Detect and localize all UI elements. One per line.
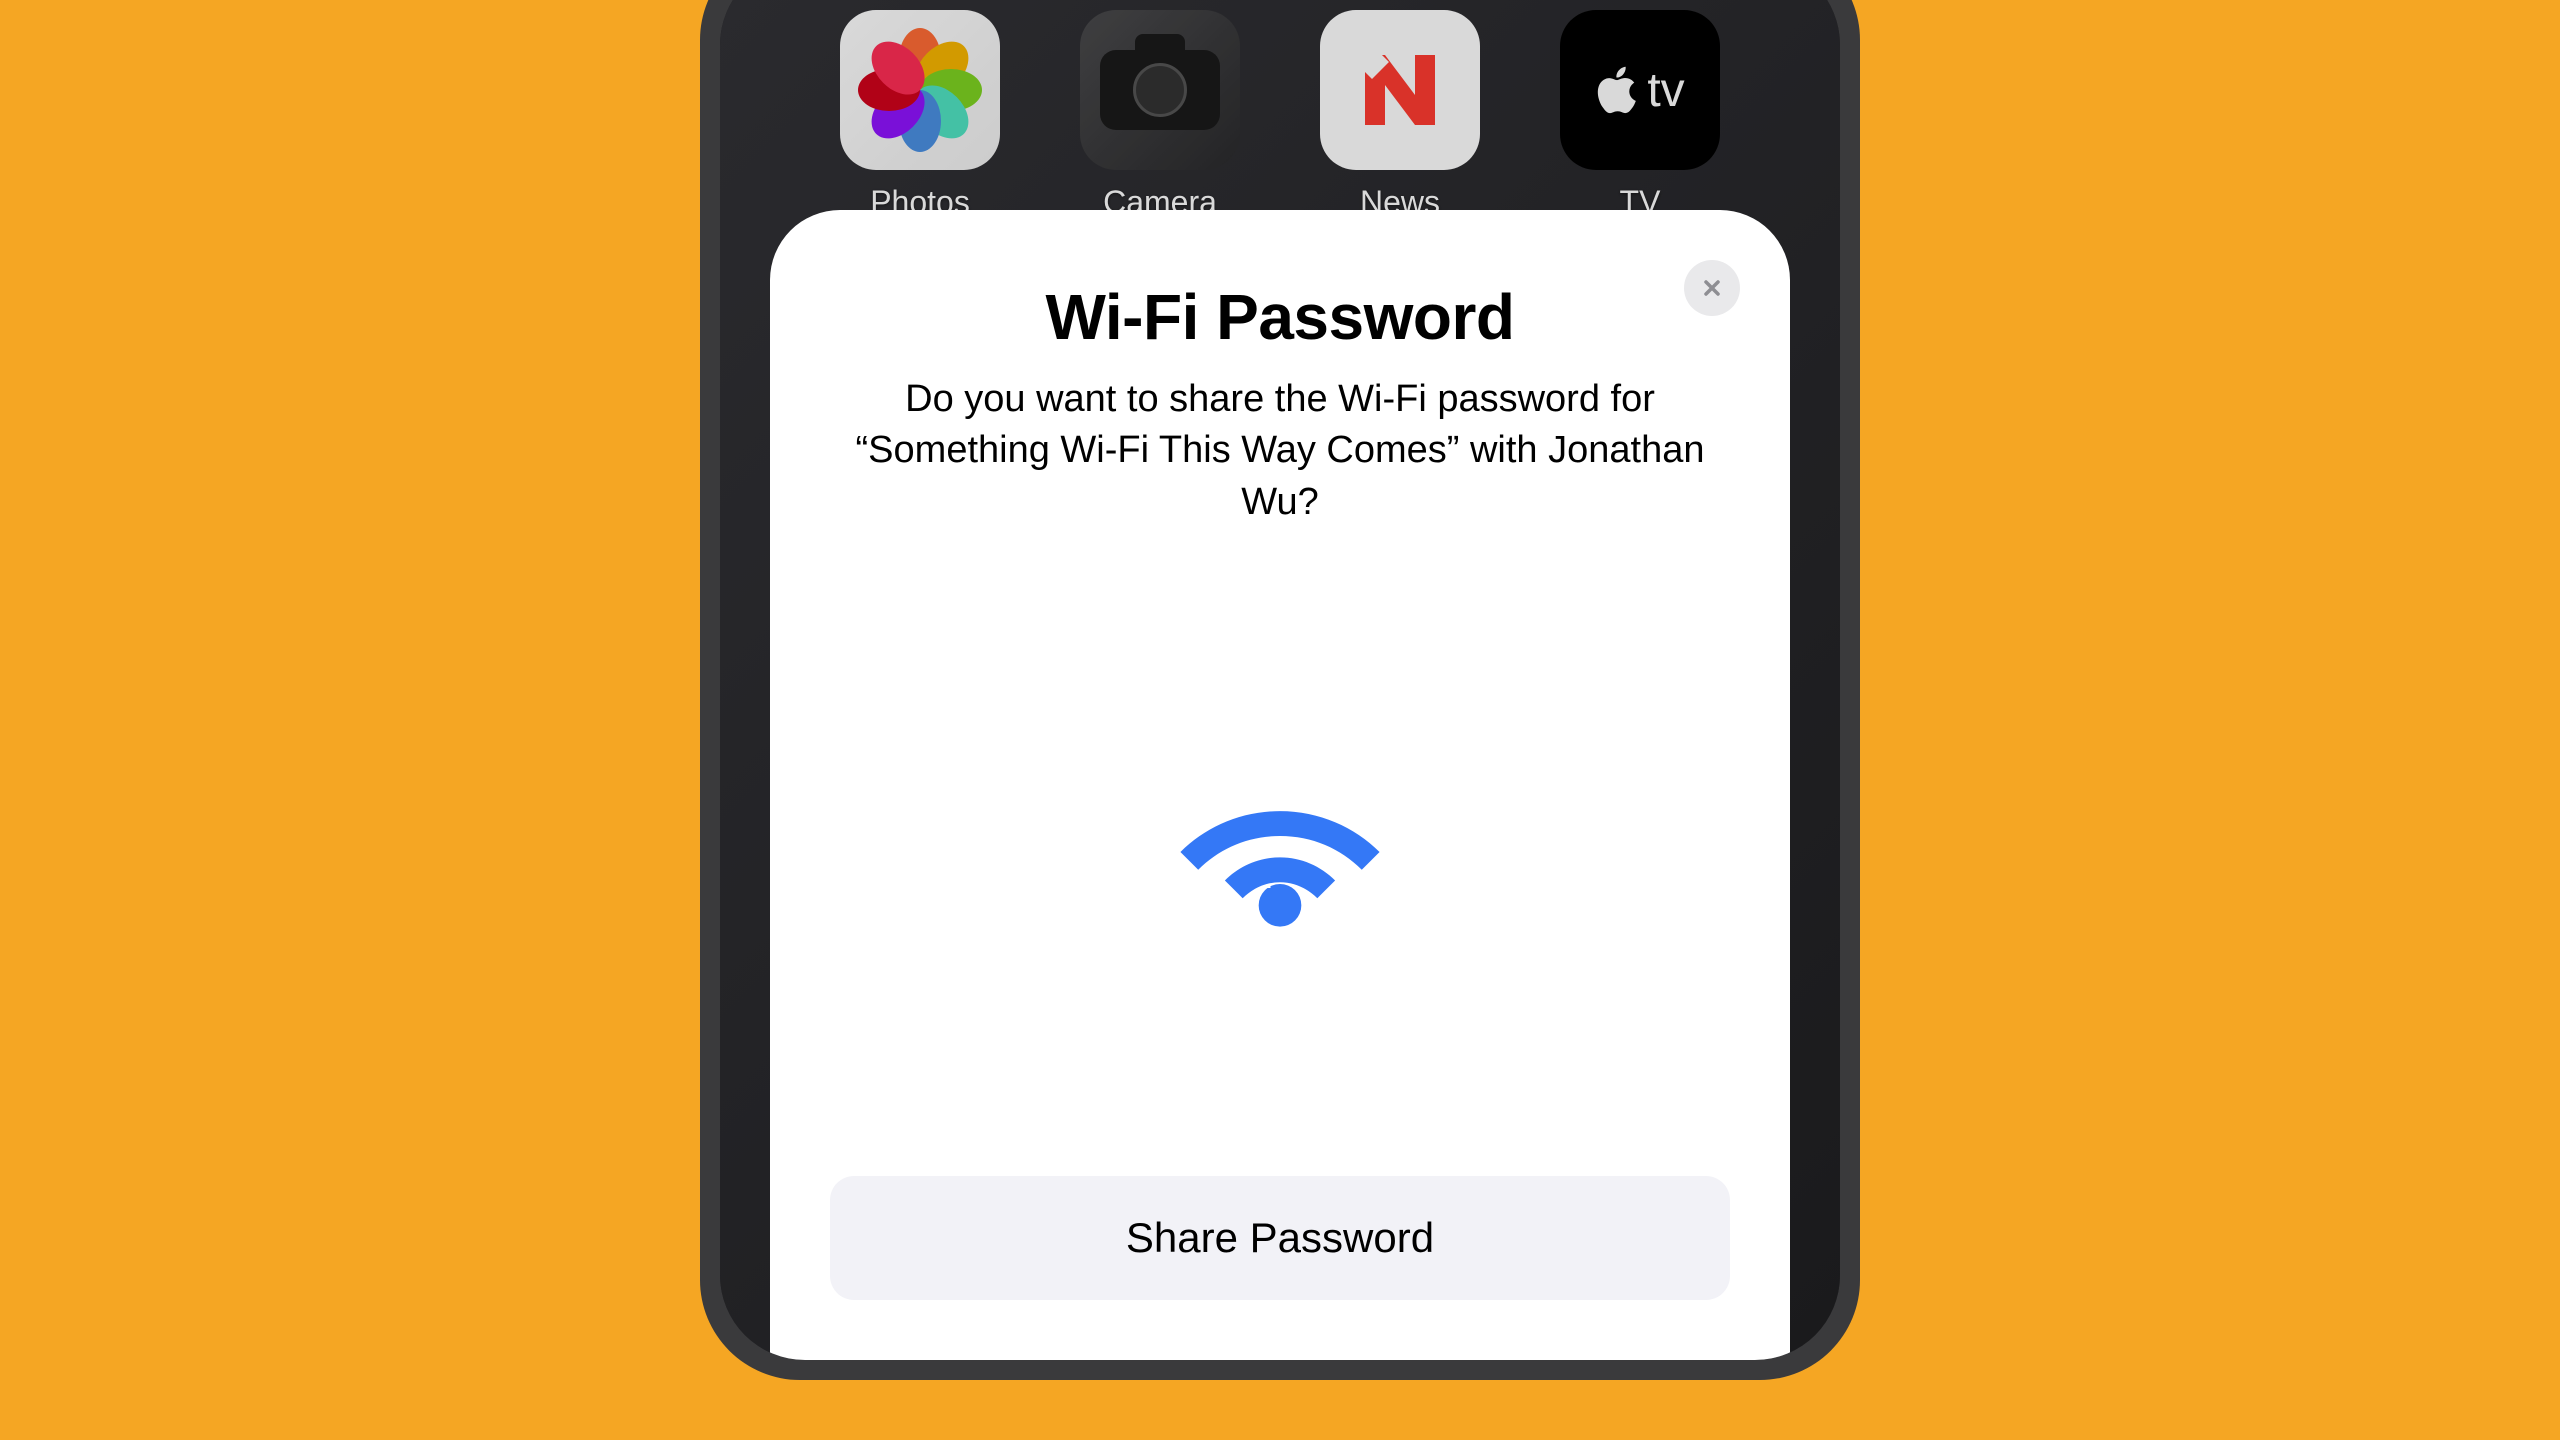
app-camera[interactable]: Camera [1080, 10, 1240, 221]
close-icon [1700, 276, 1724, 300]
modal-title: Wi-Fi Password [830, 280, 1730, 354]
modal-body-text: Do you want to share the Wi-Fi password … [830, 374, 1730, 528]
app-tv[interactable]: tv TV [1560, 10, 1720, 221]
tv-icon: tv [1560, 10, 1720, 170]
camera-icon [1080, 10, 1240, 170]
phone-frame: Photos Camera [700, 0, 1860, 1380]
news-icon [1320, 10, 1480, 170]
share-password-button[interactable]: Share Password [830, 1176, 1730, 1300]
close-button[interactable] [1684, 260, 1740, 316]
wifi-icon [1170, 772, 1390, 932]
wifi-share-modal: Wi-Fi Password Do you want to share the … [770, 210, 1790, 1360]
phone-screen: Photos Camera [720, 0, 1840, 1360]
app-photos[interactable]: Photos [840, 10, 1000, 221]
photos-icon [840, 10, 1000, 170]
share-button-label: Share Password [1126, 1214, 1434, 1261]
app-news[interactable]: News [1320, 10, 1480, 221]
app-grid: Photos Camera [720, 0, 1840, 241]
wifi-icon-container [830, 528, 1730, 1176]
